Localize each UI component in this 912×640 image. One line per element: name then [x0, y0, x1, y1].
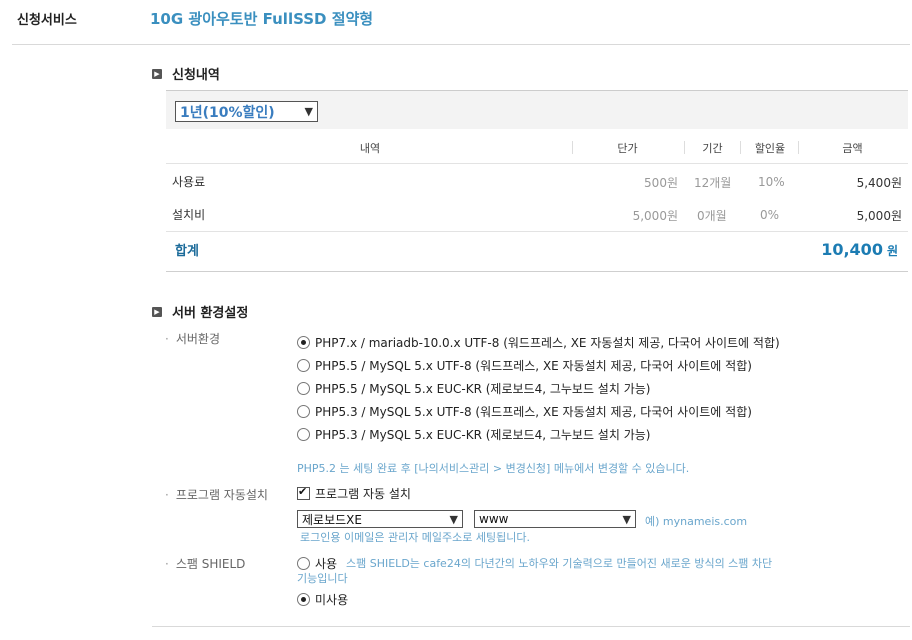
term-select[interactable]: 1년(10%할인) ▼	[175, 101, 318, 122]
order-title-text: 신청내역	[172, 68, 220, 83]
total-label: 합계	[175, 244, 199, 259]
program-autoinstall-checkbox[interactable]: 프로그램 자동 설치	[297, 485, 411, 502]
term-select-value: 1년(10%할인)	[180, 104, 275, 121]
env-option-2[interactable]: PHP5.5 / MySQL 5.x UTF-8 (워드프레스, XE 자동설치…	[297, 357, 752, 374]
row-discount: 10%	[758, 175, 785, 189]
radio-icon[interactable]	[297, 405, 310, 418]
product-name: 10G 광아우토반 FullSSD 절약형	[150, 10, 374, 28]
col-unit-price: 단가	[617, 142, 638, 155]
env-option-label: PHP5.5 / MySQL 5.x EUC-KR (제로보드4, 그누보드 설…	[315, 382, 651, 396]
row-unit-price: 500원	[644, 176, 678, 190]
chevron-down-icon: ▼	[304, 105, 313, 118]
program-checkbox-label: 프로그램 자동 설치	[315, 487, 411, 501]
env-option-3[interactable]: PHP5.5 / MySQL 5.x EUC-KR (제로보드4, 그누보드 설…	[297, 380, 650, 397]
env-option-label: PHP5.3 / MySQL 5.x EUC-KR (제로보드4, 그누보드 설…	[315, 428, 651, 442]
row-item: 설치비	[172, 208, 206, 222]
login-note: 로그인용 이메일은 관리자 메일주소로 세팅됩니다.	[300, 531, 531, 544]
row-amount: 5,400원	[856, 176, 902, 190]
col-discount: 할인율	[754, 142, 786, 155]
section-bullet-icon: ▶	[152, 306, 162, 317]
shield-nouse-option[interactable]: 미사용	[297, 591, 348, 608]
col-amount: 금액	[842, 142, 863, 155]
row-discount: 0%	[760, 208, 780, 222]
total-unit: 원	[886, 244, 898, 258]
server-section-title: ▶ 서버 환경설정	[152, 302, 248, 321]
chevron-down-icon: ▼	[449, 512, 458, 526]
env-option-label: PHP5.5 / MySQL 5.x UTF-8 (워드프레스, XE 자동설치…	[315, 359, 752, 373]
env-label: 서버환경	[165, 330, 220, 347]
table-divider	[166, 231, 908, 232]
divider	[12, 44, 910, 45]
row-period: 0개월	[697, 209, 727, 223]
chevron-down-icon: ▼	[622, 512, 631, 526]
radio-icon[interactable]	[297, 557, 310, 570]
env-option-4[interactable]: PHP5.3 / MySQL 5.x UTF-8 (워드프레스, XE 자동설치…	[297, 403, 752, 420]
col-separator	[740, 141, 741, 154]
directory-select[interactable]: www ▼	[474, 510, 636, 528]
radio-icon[interactable]	[297, 428, 310, 441]
col-separator	[798, 141, 799, 154]
table-divider	[166, 163, 908, 164]
shield-desc: 스팸 SHIELD는 cafe24의 다년간의 노하우와 기술력으로 만들어진 …	[346, 557, 773, 570]
program-label: 프로그램 자동설치	[165, 486, 268, 503]
server-title-text: 서버 환경설정	[172, 306, 249, 321]
row-item: 사용료	[172, 175, 206, 189]
divider	[152, 626, 910, 627]
row-period: 12개월	[694, 176, 732, 190]
order-section-title: ▶ 신청내역	[152, 64, 220, 83]
col-item: 내역	[359, 142, 381, 155]
env-note: PHP5.2 는 세팅 완료 후 [나의서비스관리 > 변경신청] 메뉴에서 변…	[297, 462, 690, 475]
total-amount: 10,400	[821, 240, 883, 259]
directory-select-value: www	[479, 512, 509, 526]
shield-label: 스팸 SHIELD	[165, 555, 246, 572]
table-bottom-border	[166, 271, 908, 272]
checkbox-checked-icon[interactable]	[297, 485, 310, 500]
env-option-label: PHP5.3 / MySQL 5.x UTF-8 (워드프레스, XE 자동설치…	[315, 405, 752, 419]
radio-selected-icon[interactable]	[297, 336, 310, 349]
program-select-value: 제로보드XE	[302, 512, 362, 527]
program-select[interactable]: 제로보드XE ▼	[297, 510, 463, 528]
col-separator	[572, 141, 573, 154]
col-period: 기간	[702, 142, 723, 155]
radio-icon[interactable]	[297, 382, 310, 395]
section-bullet-icon: ▶	[152, 68, 162, 79]
radio-selected-icon[interactable]	[297, 593, 310, 606]
dir-example: 예) mynameis.com	[645, 515, 748, 528]
col-separator	[684, 141, 685, 154]
shield-desc-cont: 기능입니다	[297, 572, 348, 585]
term-box: 1년(10%할인) ▼	[166, 90, 908, 129]
env-option-1[interactable]: PHP7.x / mariadb-10.0.x UTF-8 (워드프레스, XE…	[297, 334, 780, 351]
total-value: 10,400 원	[780, 240, 898, 259]
shield-nouse-label: 미사용	[315, 593, 349, 607]
row-unit-price: 5,000원	[632, 209, 678, 223]
service-label: 신청서비스	[17, 13, 77, 28]
env-option-label: PHP7.x / mariadb-10.0.x UTF-8 (워드프레스, XE…	[315, 336, 780, 350]
radio-icon[interactable]	[297, 359, 310, 372]
row-amount: 5,000원	[856, 209, 902, 223]
env-option-5[interactable]: PHP5.3 / MySQL 5.x EUC-KR (제로보드4, 그누보드 설…	[297, 426, 650, 443]
